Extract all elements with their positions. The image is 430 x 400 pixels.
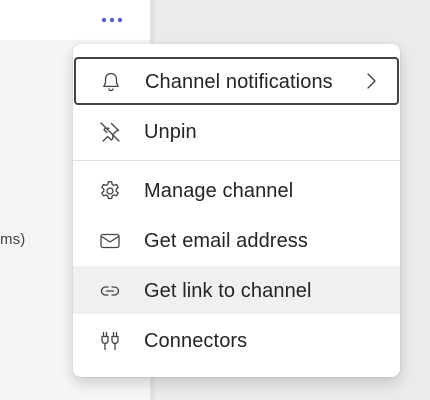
chevron-right-icon bbox=[367, 73, 376, 89]
truncated-channel-text: ms) bbox=[0, 231, 26, 248]
menu-item-label: Manage channel bbox=[144, 180, 294, 202]
menu-item-channel-notifications[interactable]: Channel notifications bbox=[74, 57, 399, 105]
menu-item-label: Get link to channel bbox=[144, 280, 312, 302]
bell-icon bbox=[103, 72, 119, 92]
connectors-icon bbox=[101, 331, 119, 351]
menu-item-unpin[interactable]: Unpin bbox=[73, 107, 400, 155]
more-horizontal-icon[interactable] bbox=[99, 10, 125, 30]
gear-icon bbox=[101, 181, 119, 200]
channel-context-menu: Channel notifications Unpin Manage chann… bbox=[73, 44, 400, 377]
menu-item-get-email-address[interactable]: Get email address bbox=[73, 216, 400, 264]
menu-item-label: Connectors bbox=[144, 330, 248, 352]
menu-item-connectors[interactable]: Connectors bbox=[73, 316, 400, 364]
menu-item-manage-channel[interactable]: Manage channel bbox=[73, 166, 400, 214]
link-icon bbox=[100, 286, 120, 296]
menu-separator bbox=[73, 160, 400, 161]
menu-item-get-link-to-channel[interactable]: Get link to channel bbox=[73, 266, 400, 314]
mail-icon bbox=[100, 233, 120, 249]
menu-item-label: Unpin bbox=[144, 121, 197, 143]
menu-item-label: Get email address bbox=[144, 230, 308, 252]
unpin-icon bbox=[100, 122, 120, 142]
channel-header-row bbox=[0, 0, 150, 40]
menu-item-label: Channel notifications bbox=[145, 71, 333, 93]
